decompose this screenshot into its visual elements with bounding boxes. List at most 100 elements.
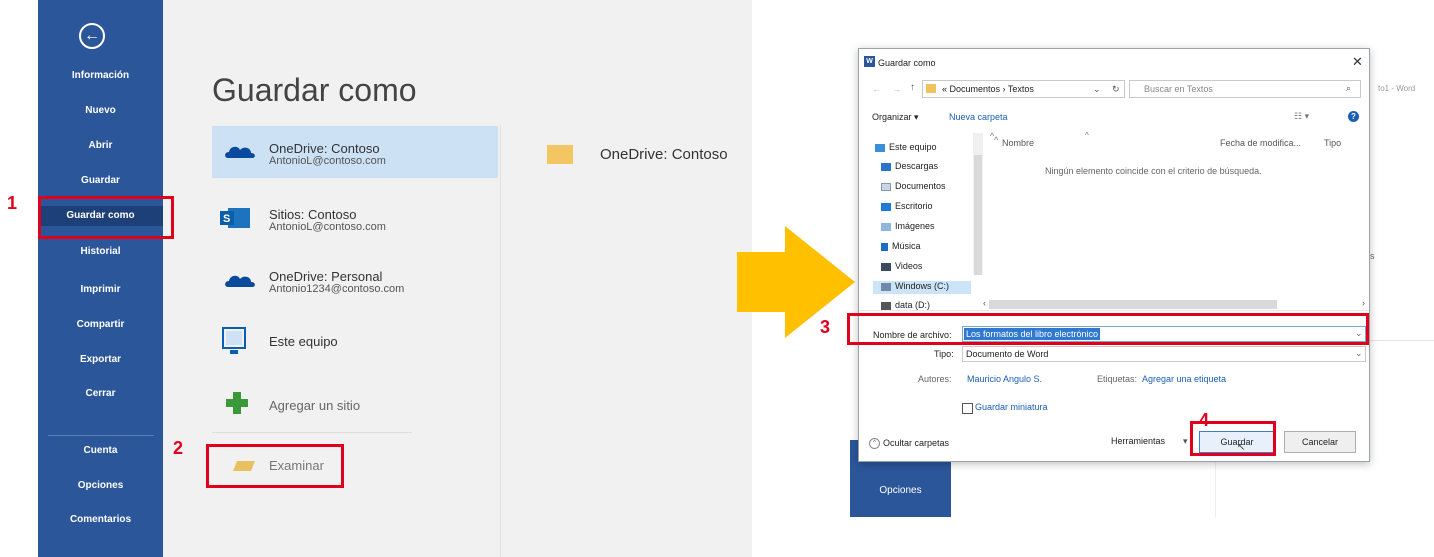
highlight-examinar [206,444,344,488]
nav-historial[interactable]: Historial [38,242,163,262]
breadcrumb: « Documentos › Textos [942,84,1034,94]
refresh-icon[interactable]: ↻ [1112,84,1120,95]
form-separator [859,310,1369,311]
location-name: Agregar un sitio [269,398,361,413]
nueva-carpeta-button[interactable]: Nueva carpeta [949,112,1008,122]
tree-label: Música [892,241,921,251]
location-este-equipo[interactable]: Este equipo [212,316,498,368]
nav-separator [48,435,154,436]
tree-item-videos[interactable]: Videos [881,261,922,271]
drive-icon [881,301,891,310]
nav-abrir[interactable]: Abrir [38,136,163,156]
address-bar[interactable]: « Documentos › Textos ⌄ ↻ [922,80,1125,98]
step-marker-2: 2 [173,438,184,458]
tree-label: Este equipo [889,142,937,152]
desktop-icon [881,202,891,211]
nav-comentarios[interactable]: Comentarios [38,510,163,530]
column-fecha[interactable]: Fecha de modifica... [1220,138,1301,148]
nav-cerrar[interactable]: Cerrar [38,384,163,404]
tree-item-data-d[interactable]: data (D:) [881,300,930,310]
chevron-down-icon[interactable]: ⌄ [1093,84,1101,95]
back-arrow-icon[interactable]: ← [872,84,881,94]
location-onedrive-personal[interactable]: OneDrive: Personal Antonio1234@contoso.c… [212,255,498,307]
tree-label: Escritorio [895,201,933,211]
up-arrow-icon[interactable]: ↑ [910,82,915,93]
download-icon [881,162,891,171]
scroll-right-icon[interactable]: › [1362,298,1365,308]
location-name: Este equipo [269,334,338,349]
column-tipo[interactable]: Tipo [1324,138,1341,148]
nav-pane-scroll-thumb[interactable] [974,155,982,275]
tipo-value: Documento de Word [966,349,1049,359]
tree-label: Windows (C:) [895,281,950,291]
forward-arrow-icon[interactable]: → [892,84,901,94]
nav-informacion[interactable]: Información [38,66,163,86]
music-icon [881,242,888,251]
word-icon: W [864,56,875,67]
autores-label: Autores: [918,374,952,384]
nav-opciones[interactable]: Opciones [38,476,163,496]
tree-item-windows-c[interactable]: Windows (C:) [881,281,949,291]
location-account: Antonio1234@contoso.com [269,283,405,295]
background-opciones[interactable]: Opciones [850,485,951,496]
nav-exportar[interactable]: Exportar [38,350,163,370]
guardar-miniatura-label[interactable]: Guardar miniatura [975,402,1048,412]
tipo-label: Tipo: [934,349,954,359]
highlight-guardar-button [1190,421,1276,456]
location-onedrive-contoso[interactable]: OneDrive: Contoso AntonioL@contoso.com [212,126,498,178]
page-title: Guardar como [212,72,417,108]
empty-message: Ningún elemento coincide con el criterio… [1045,166,1262,176]
view-options-icon[interactable]: ☷ ▾ [1294,111,1309,122]
tree-item-documentos[interactable]: Documentos [881,181,946,191]
drive-icon [881,282,891,291]
tree-label: Descargas [895,161,939,171]
document-icon [881,182,891,191]
tree-item-escritorio[interactable]: Escritorio [881,201,933,211]
folder-icon [926,84,936,93]
etiquetas-field[interactable]: Agregar una etiqueta [1142,374,1226,384]
search-icon: ⌕ [1346,83,1352,93]
tree-label: Imágenes [895,221,935,231]
recent-folder-onedrive-contoso[interactable]: OneDrive: Contoso [600,146,728,163]
nav-nuevo[interactable]: Nuevo [38,101,163,121]
tree-item-descargas[interactable]: Descargas [881,161,938,171]
location-name: OneDrive: Contoso [269,141,380,156]
tipo-select[interactable]: Documento de Word ⌄ [962,346,1366,362]
location-sitios-contoso[interactable]: S Sitios: Contoso AntonioL@contoso.com [212,193,498,245]
background-window-title: to1 - Word [1378,84,1416,93]
help-icon[interactable]: ? [1348,111,1359,122]
close-button[interactable]: ✕ [1352,54,1363,70]
back-button[interactable]: ← [79,23,105,49]
herramientas-menu[interactable]: Herramientas [1111,436,1165,446]
tree-item-imagenes[interactable]: Imágenes [881,221,935,231]
collapse-icon[interactable]: ^ [869,438,880,449]
tree-label: data (D:) [895,300,931,310]
location-agregar-sitio[interactable]: Agregar un sitio [212,378,498,430]
nav-cuenta[interactable]: Cuenta [38,441,163,461]
tree-item-este-equipo[interactable]: Este equipo [875,142,937,152]
computer-icon [222,327,246,354]
search-input[interactable]: Buscar en Textos ⌕ [1129,80,1361,98]
organizar-menu[interactable]: Organizar ▾ [872,112,919,123]
step-marker-1: 1 [7,193,18,213]
chevron-down-icon[interactable]: ⌄ [1355,348,1363,359]
cancel-button[interactable]: Cancelar [1284,431,1356,453]
guardar-miniatura-checkbox[interactable] [962,403,973,414]
location-name: OneDrive: Personal [269,269,383,284]
horizontal-scrollbar[interactable] [989,300,1277,309]
autores-field[interactable]: Mauricio Angulo S. [967,374,1042,384]
nav-guardar[interactable]: Guardar [38,171,163,191]
background-line [1215,455,1216,517]
chevron-down-icon[interactable]: ▾ [1183,436,1188,447]
column-nombre[interactable]: Nombre [1002,138,1034,148]
onedrive-icon [225,146,255,158]
nav-compartir[interactable]: Compartir [38,315,163,335]
nav-imprimir[interactable]: Imprimir [38,280,163,300]
back-arrow-icon: ← [84,27,100,44]
tree-item-musica[interactable]: Música [881,241,921,251]
ocultar-carpetas-button[interactable]: Ocultar carpetas [883,438,949,448]
scroll-left-icon[interactable]: ‹ [983,298,986,308]
background-line [1370,340,1434,341]
dialog-title: Guardar como [878,58,936,68]
folder-icon [547,145,573,164]
